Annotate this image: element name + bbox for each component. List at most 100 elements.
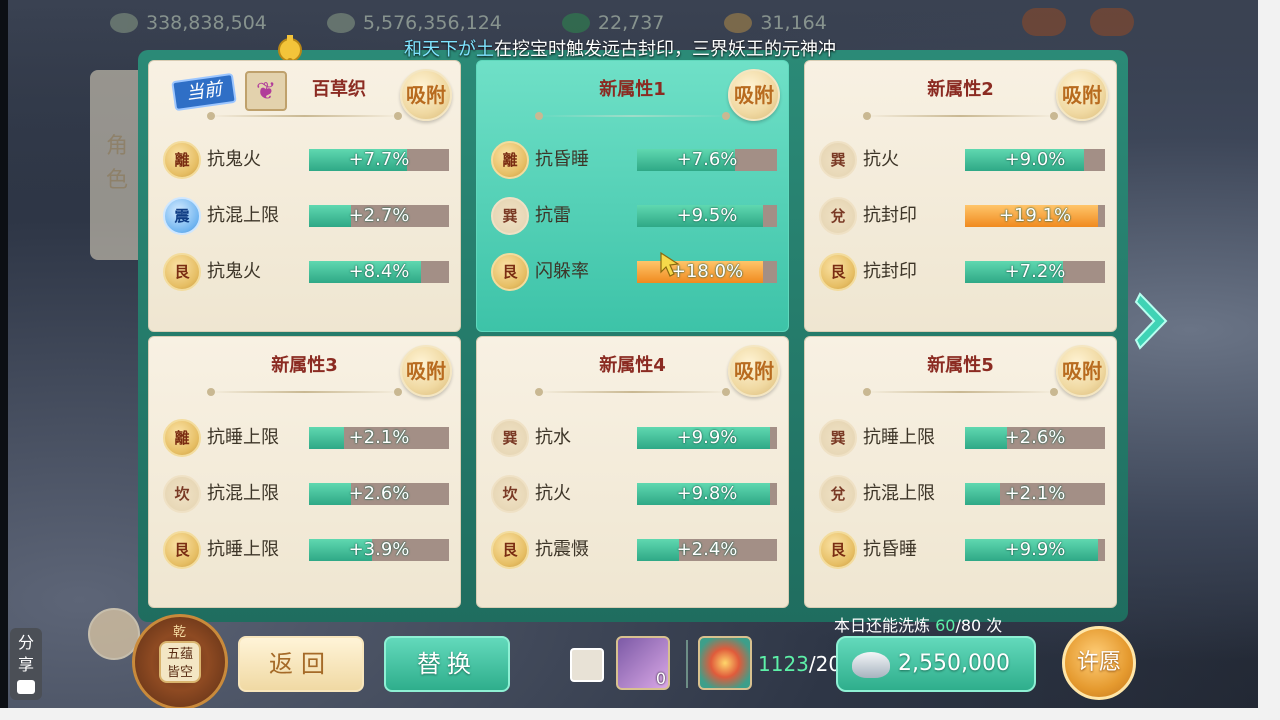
ticker-player-name: 和天下が土	[404, 39, 494, 60]
silver-icon	[326, 13, 355, 33]
attribute-value: +2.1%	[1004, 483, 1066, 504]
divider	[535, 112, 730, 120]
divider	[863, 388, 1058, 396]
material-count: 1123/20	[758, 652, 842, 676]
frame-right	[1258, 0, 1280, 720]
trigram-icon: 艮	[491, 531, 529, 569]
material-item-2[interactable]	[698, 636, 752, 690]
trigram-icon: 艮	[163, 253, 201, 291]
attribute-row: 巽 抗睡上限 +2.6%	[819, 419, 1109, 459]
attribute-card-3[interactable]: 新属性3 吸附 離 抗睡上限 +2.1% 坎 抗混上限 +2.6% 艮 抗睡上限…	[148, 336, 461, 608]
divider	[207, 112, 402, 120]
wash-remaining-count: 60	[935, 616, 956, 635]
divider	[207, 388, 402, 396]
attribute-label: 抗混上限	[863, 483, 935, 504]
trigram-icon: 艮	[819, 253, 857, 291]
attribute-label: 抗昏睡	[863, 539, 917, 560]
wash-remaining-info: 本日还能洗炼 60/80 次	[834, 616, 1003, 635]
attribute-row: 艮 闪躲率 +18.0%	[491, 253, 781, 293]
jade-icon	[561, 13, 590, 33]
absorb-button[interactable]: 吸附	[400, 69, 452, 121]
attribute-bar: +2.1%	[965, 483, 1105, 505]
attribute-bar: +9.0%	[965, 149, 1105, 171]
absorb-button[interactable]: 吸附	[400, 345, 452, 397]
attribute-value: +9.9%	[676, 427, 738, 448]
currency-3: 22,737	[561, 8, 664, 38]
attribute-bar: +2.7%	[309, 205, 449, 227]
attribute-card-current[interactable]: 当前 ❦ 百草织 吸附 離 抗鬼火 +7.7% 震 抗混上限 +2.7% 艮 抗…	[148, 60, 461, 332]
attribute-value: +2.4%	[676, 539, 738, 560]
attribute-row: 巽 抗火 +9.0%	[819, 141, 1109, 181]
card-title: 百草织	[312, 79, 366, 100]
silver-amount: 2,550,000	[898, 651, 1010, 676]
confirm-checkbox[interactable]	[570, 648, 604, 682]
absorb-button[interactable]: 吸附	[728, 69, 780, 121]
divider	[863, 112, 1058, 120]
share-button[interactable]: 分享	[10, 628, 42, 700]
frame-bottom	[0, 708, 1280, 720]
attribute-label: 抗昏睡	[535, 149, 589, 170]
next-page-arrow-icon[interactable]	[1132, 290, 1172, 352]
attribute-row: 坎 抗混上限 +2.6%	[163, 475, 453, 515]
trigram-icon: 巽	[819, 419, 857, 457]
attribute-label: 抗火	[863, 149, 899, 170]
top-menu-button[interactable]	[1022, 8, 1066, 36]
wheel-center-label: 五蕴皆空	[159, 641, 201, 683]
currency-2: 5,576,356,124	[326, 8, 502, 38]
absorb-button[interactable]: 吸附	[1056, 69, 1108, 121]
skill-wheel[interactable]: 乾 五蕴皆空	[132, 614, 228, 710]
material-item-1[interactable]: 0	[616, 636, 670, 690]
trigram-icon: 坎	[491, 475, 529, 513]
attribute-bar: +2.1%	[309, 427, 449, 449]
trigram-icon: 巽	[491, 197, 529, 235]
attribute-value: +2.1%	[348, 427, 410, 448]
trigram-icon: 離	[491, 141, 529, 179]
wish-button[interactable]: 许愿	[1062, 626, 1136, 700]
attribute-card-5[interactable]: 新属性5 吸附 巽 抗睡上限 +2.6% 兌 抗混上限 +2.1% 艮 抗昏睡 …	[804, 336, 1117, 608]
trigram-icon: 兌	[819, 475, 857, 513]
attribute-card-1[interactable]: 新属性1 吸附 離 抗昏睡 +7.6% 巽 抗雷 +9.5% 艮 闪躲率 +18…	[476, 60, 789, 332]
attribute-value: +8.4%	[348, 261, 410, 282]
attribute-row: 坎 抗火 +9.8%	[491, 475, 781, 515]
silver-ingot-icon	[852, 652, 890, 678]
attribute-label: 抗睡上限	[863, 427, 935, 448]
attribute-bar: +7.7%	[309, 149, 449, 171]
attribute-value: +9.9%	[1004, 539, 1066, 560]
attribute-label: 抗睡上限	[207, 539, 279, 560]
attribute-label: 抗睡上限	[207, 427, 279, 448]
attribute-label: 抗封印	[863, 205, 917, 226]
attribute-card-4[interactable]: 新属性4 吸附 巽 抗水 +9.9% 坎 抗火 +9.8% 艮 抗震慑 +2.4…	[476, 336, 789, 608]
attribute-bar: +2.4%	[637, 539, 777, 561]
attribute-row: 艮 抗昏睡 +9.9%	[819, 531, 1109, 571]
attribute-value: +19.1%	[998, 205, 1072, 226]
trigram-icon: 巽	[491, 419, 529, 457]
back-button[interactable]: 返回	[238, 636, 364, 692]
wash-total: /80 次	[955, 616, 1003, 635]
attribute-row: 離 抗睡上限 +2.1%	[163, 419, 453, 459]
attribute-value: +3.9%	[348, 539, 410, 560]
gold-ingot-icon	[724, 13, 753, 33]
attribute-bar: +9.9%	[637, 427, 777, 449]
attribute-label: 闪躲率	[535, 261, 589, 282]
attribute-row: 離 抗鬼火 +7.7%	[163, 141, 453, 181]
trigram-icon: 坎	[163, 475, 201, 513]
absorb-button[interactable]: 吸附	[1056, 345, 1108, 397]
attribute-label: 抗封印	[863, 261, 917, 282]
currency-bar: 338,838,504 5,576,356,124 22,737 31,164	[110, 8, 1160, 38]
pointer-cursor-icon	[660, 251, 680, 277]
attribute-bar: +9.8%	[637, 483, 777, 505]
trigram-icon: 巽	[819, 141, 857, 179]
attribute-bar: +2.6%	[309, 483, 449, 505]
absorb-button[interactable]: 吸附	[728, 345, 780, 397]
attribute-row: 離 抗昏睡 +7.6%	[491, 141, 781, 181]
replace-button[interactable]: 替换	[384, 636, 510, 692]
top-menu-button-2[interactable]	[1090, 8, 1134, 36]
attribute-label: 抗混上限	[207, 205, 279, 226]
attribute-bar: +2.6%	[965, 427, 1105, 449]
attribute-value: +7.7%	[348, 149, 410, 170]
frame-left	[0, 0, 8, 720]
currency-4: 31,164	[724, 8, 827, 38]
attribute-label: 抗火	[535, 483, 571, 504]
attribute-value: +9.8%	[676, 483, 738, 504]
attribute-card-2[interactable]: 新属性2 吸附 巽 抗火 +9.0% 兌 抗封印 +19.1% 艮 抗封印 +7…	[804, 60, 1117, 332]
